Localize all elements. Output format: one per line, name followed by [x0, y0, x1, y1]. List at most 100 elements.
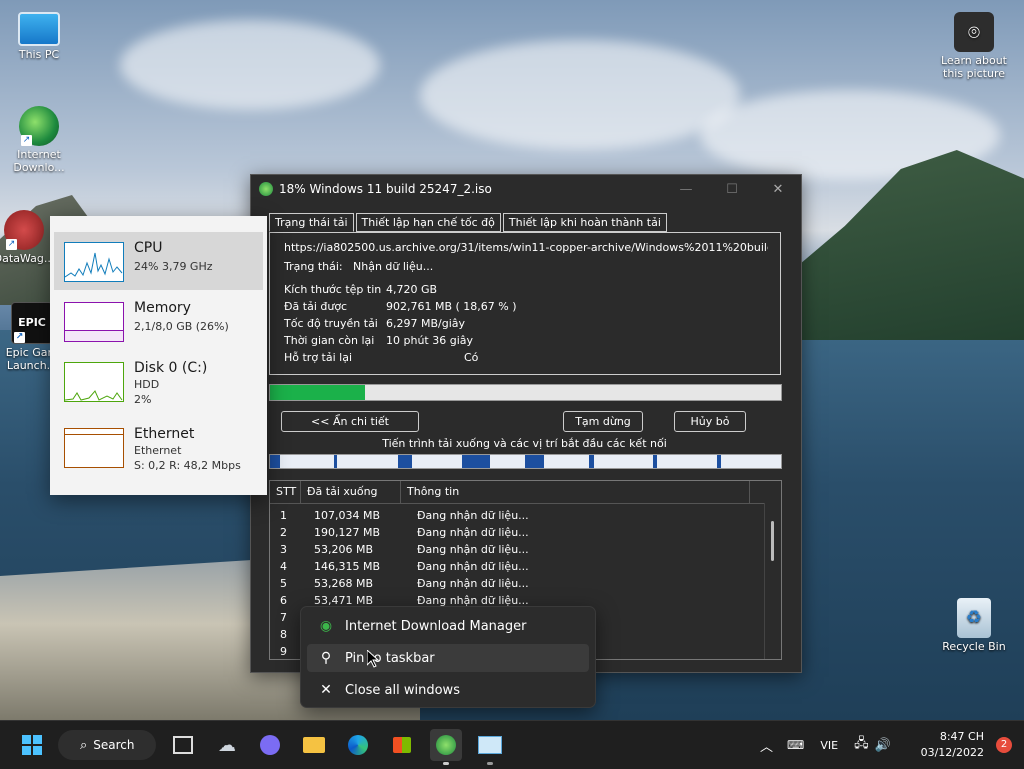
tm-item-cpu[interactable]: CPU 24% 3,79 GHz	[54, 232, 263, 290]
taskbar-search[interactable]: ⌕ Search	[58, 730, 156, 760]
network-icon[interactable]: 🖧	[854, 734, 869, 756]
row-info: Đang nhận dữ liệu...	[417, 577, 529, 590]
table-row[interactable]: 4 146,315 MB Đang nhận dữ liệu...	[270, 558, 781, 575]
downloaded-label: Đã tải được	[284, 300, 348, 313]
widgets-button[interactable]: ☁	[211, 729, 243, 761]
desktop-icon-learn-about-picture[interactable]: ⌾ Learn about this picture	[936, 12, 1012, 80]
row-info: Đang nhận dữ liệu...	[417, 526, 529, 539]
row-index: 4	[280, 560, 287, 573]
idm-taskbar-button[interactable]	[430, 729, 462, 765]
notification-badge[interactable]: 2	[996, 737, 1012, 753]
tm-name: CPU	[134, 240, 163, 256]
desktop-icon-idm[interactable]: ↗ Internet Downlo...	[1, 106, 77, 174]
shortcut-arrow-icon: ↗	[6, 239, 17, 250]
transfer-rate-value: 6,297 MB/giây	[386, 317, 466, 330]
clock[interactable]: 8:47 CH 03/12/2022	[921, 729, 984, 761]
tm-detail: 24% 3,79 GHz	[134, 260, 213, 273]
taskbar: ⌕ Search ☁ ︿ ⌨ VIE 🖧 🔊 8:47 CH 03/12/202…	[0, 720, 1024, 769]
tm-item-ethernet[interactable]: Ethernet Ethernet S: 0,2 R: 48,2 Mbps	[54, 418, 263, 476]
desktop-icon-recycle-bin[interactable]: ♻ Recycle Bin	[936, 598, 1012, 653]
row-index: 5	[280, 577, 287, 590]
chat-icon	[260, 735, 280, 755]
tab-speed-limiter[interactable]: Thiết lập hạn chế tốc độ	[355, 213, 501, 232]
scrollbar-thumb[interactable]	[771, 521, 774, 561]
transfer-rate-label: Tốc độ truyền tải	[284, 317, 378, 330]
file-size-value: 4,720 GB	[386, 283, 438, 296]
task-view-icon	[173, 736, 193, 754]
desktop-icon-label: Recycle Bin	[942, 640, 1006, 653]
jump-item-close-all-windows[interactable]: ✕ Close all windows	[307, 676, 589, 704]
edge-button[interactable]	[342, 729, 374, 761]
download-progress-bar	[269, 384, 782, 401]
maximize-button[interactable]: ☐	[709, 175, 755, 203]
clock-date: 03/12/2022	[920, 746, 984, 759]
table-scrollbar[interactable]	[764, 503, 781, 659]
keyboard-icon[interactable]: ⌨	[787, 738, 804, 752]
ethernet-graph-line	[65, 434, 123, 435]
pause-button[interactable]: Tạm dừng	[563, 411, 643, 432]
start-button[interactable]	[16, 729, 48, 761]
tm-item-disk[interactable]: Disk 0 (C:) HDD 2%	[54, 352, 263, 410]
close-button[interactable]: ✕	[755, 175, 801, 203]
segment	[462, 455, 490, 468]
time-left-label: Thời gian còn lại	[284, 334, 375, 347]
folder-icon	[303, 737, 325, 753]
hide-details-button[interactable]: << Ẩn chi tiết	[281, 411, 419, 432]
cancel-button[interactable]: Hủy bỏ	[674, 411, 746, 432]
tab-strip: Trạng thái tải Thiết lập hạn chế tốc độ …	[269, 213, 669, 232]
segment	[270, 455, 280, 468]
table-row[interactable]: 2 190,127 MB Đang nhận dữ liệu...	[270, 524, 781, 541]
row-index: 3	[280, 543, 287, 556]
chevron-up-icon[interactable]: ︿	[760, 736, 773, 755]
desktop-icon-label: Learn about this picture	[941, 54, 1007, 80]
store-button[interactable]	[386, 729, 418, 761]
row-index: 7	[280, 611, 287, 624]
running-indicator	[487, 762, 493, 765]
tab-download-status[interactable]: Trạng thái tải	[269, 213, 354, 232]
table-row[interactable]: 1 107,034 MB Đang nhận dữ liệu...	[270, 507, 781, 524]
connections-segment-bar	[269, 454, 782, 469]
clock-time: 8:47 CH	[939, 730, 984, 743]
cpu-graph	[64, 242, 124, 282]
segment	[589, 455, 594, 468]
jump-item-pin-to-taskbar[interactable]: ⚲ Pin to taskbar	[307, 644, 589, 672]
tm-name: Disk 0 (C:)	[134, 360, 208, 376]
jump-item-label: Close all windows	[345, 682, 460, 698]
row-info: Đang nhận dữ liệu...	[417, 509, 529, 522]
edge-icon	[348, 735, 368, 755]
column-header-info[interactable]: Thông tin	[401, 481, 750, 503]
status-value: Nhận dữ liệu...	[353, 260, 434, 273]
tab-on-complete[interactable]: Thiết lập khi hoàn thành tải	[502, 213, 667, 232]
time-left-value: 10 phút 36 giây	[386, 334, 474, 347]
minimize-button[interactable]: —	[663, 175, 709, 203]
row-index: 9	[280, 645, 287, 658]
idm-download-window[interactable]: 18% Windows 11 build 25247_2.iso — ☐ ✕ T…	[250, 174, 802, 673]
window-title: 18% Windows 11 build 25247_2.iso	[279, 182, 492, 196]
table-header: STT Đã tải xuống Thông tin	[270, 481, 781, 504]
segment	[398, 455, 412, 468]
task-manager-taskbar-button[interactable]	[474, 729, 506, 765]
row-index: 6	[280, 594, 287, 607]
tm-name: Memory	[134, 300, 191, 316]
jump-item-open-idm[interactable]: ◉ Internet Download Manager	[307, 612, 589, 640]
chat-button[interactable]	[254, 729, 286, 761]
tm-item-memory[interactable]: Memory 2,1/8,0 GB (26%)	[54, 292, 263, 350]
task-manager-icon	[478, 736, 502, 754]
table-row[interactable]: 5 53,268 MB Đang nhận dữ liệu...	[270, 575, 781, 592]
idm-icon: ◉	[319, 618, 333, 634]
column-header-downloaded[interactable]: Đã tải xuống	[301, 481, 401, 503]
windows-logo-icon	[22, 735, 42, 755]
file-explorer-button[interactable]	[298, 729, 330, 761]
close-icon: ✕	[320, 682, 332, 698]
volume-icon[interactable]: 🔊	[875, 738, 891, 753]
title-bar[interactable]: 18% Windows 11 build 25247_2.iso — ☐ ✕	[251, 175, 801, 203]
desktop-icon-this-pc[interactable]: This PC	[1, 12, 77, 61]
downloaded-value: 902,761 MB ( 18,67 % )	[386, 300, 517, 313]
task-view-button[interactable]	[167, 729, 199, 761]
column-header-index[interactable]: STT	[270, 481, 301, 503]
input-language[interactable]: VIE	[820, 739, 838, 752]
cloud	[120, 20, 380, 110]
table-row[interactable]: 3 53,206 MB Đang nhận dữ liệu...	[270, 541, 781, 558]
epic-games-icon: EPIC ↗	[11, 302, 53, 344]
pin-icon: ⚲	[320, 650, 332, 666]
